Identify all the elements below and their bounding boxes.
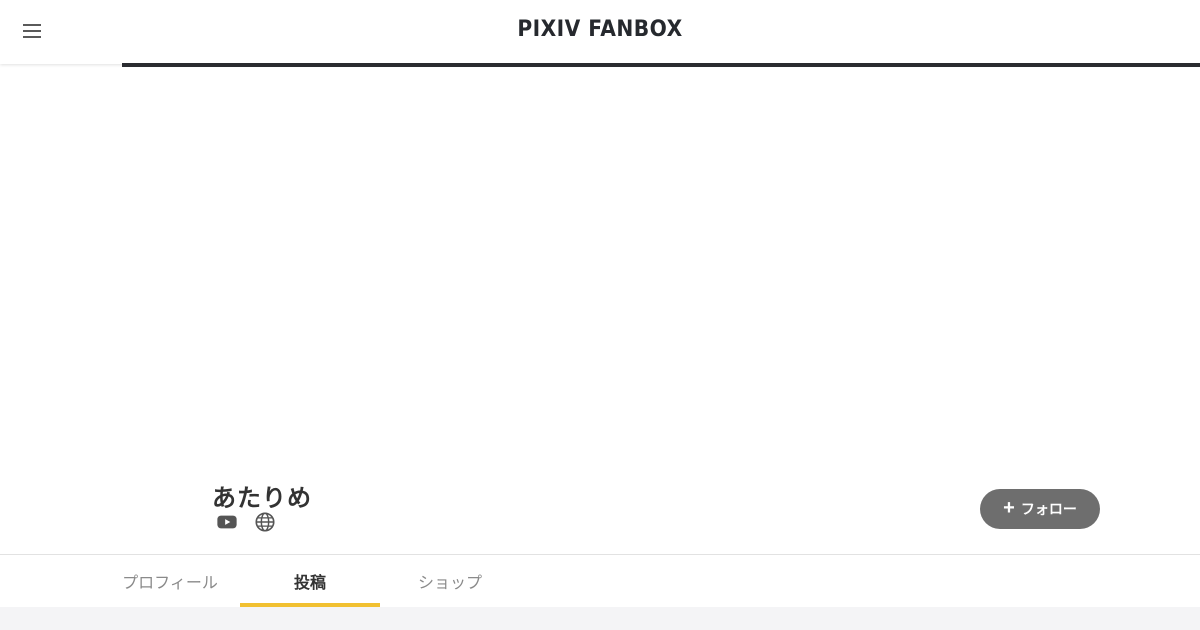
creator-cover-image <box>0 67 1200 467</box>
posts-content-area <box>0 607 1200 630</box>
tab-posts[interactable]: 投稿 <box>240 555 380 607</box>
hamburger-menu-icon[interactable] <box>14 13 50 49</box>
globe-icon[interactable] <box>254 511 276 533</box>
creator-tabs: プロフィール 投稿 ショップ <box>0 554 1200 607</box>
youtube-icon[interactable] <box>216 511 238 533</box>
follow-button[interactable]: + フォロー <box>980 489 1100 529</box>
tab-profile[interactable]: プロフィール <box>100 555 240 607</box>
plus-icon: + <box>1003 497 1015 519</box>
creator-links <box>216 511 276 533</box>
tab-posts-label: 投稿 <box>293 573 326 592</box>
tab-shop[interactable]: ショップ <box>380 555 520 607</box>
follow-button-label: フォロー <box>1020 501 1077 517</box>
creator-name: あたりめ <box>212 484 312 512</box>
page-loading-progress-bar <box>122 63 1200 67</box>
site-logo[interactable]: PIXIV FANBOX <box>48 17 1152 42</box>
tab-shop-label: ショップ <box>417 573 482 592</box>
top-header: PIXIV FANBOX <box>0 0 1200 64</box>
tab-profile-label: プロフィール <box>122 573 218 592</box>
